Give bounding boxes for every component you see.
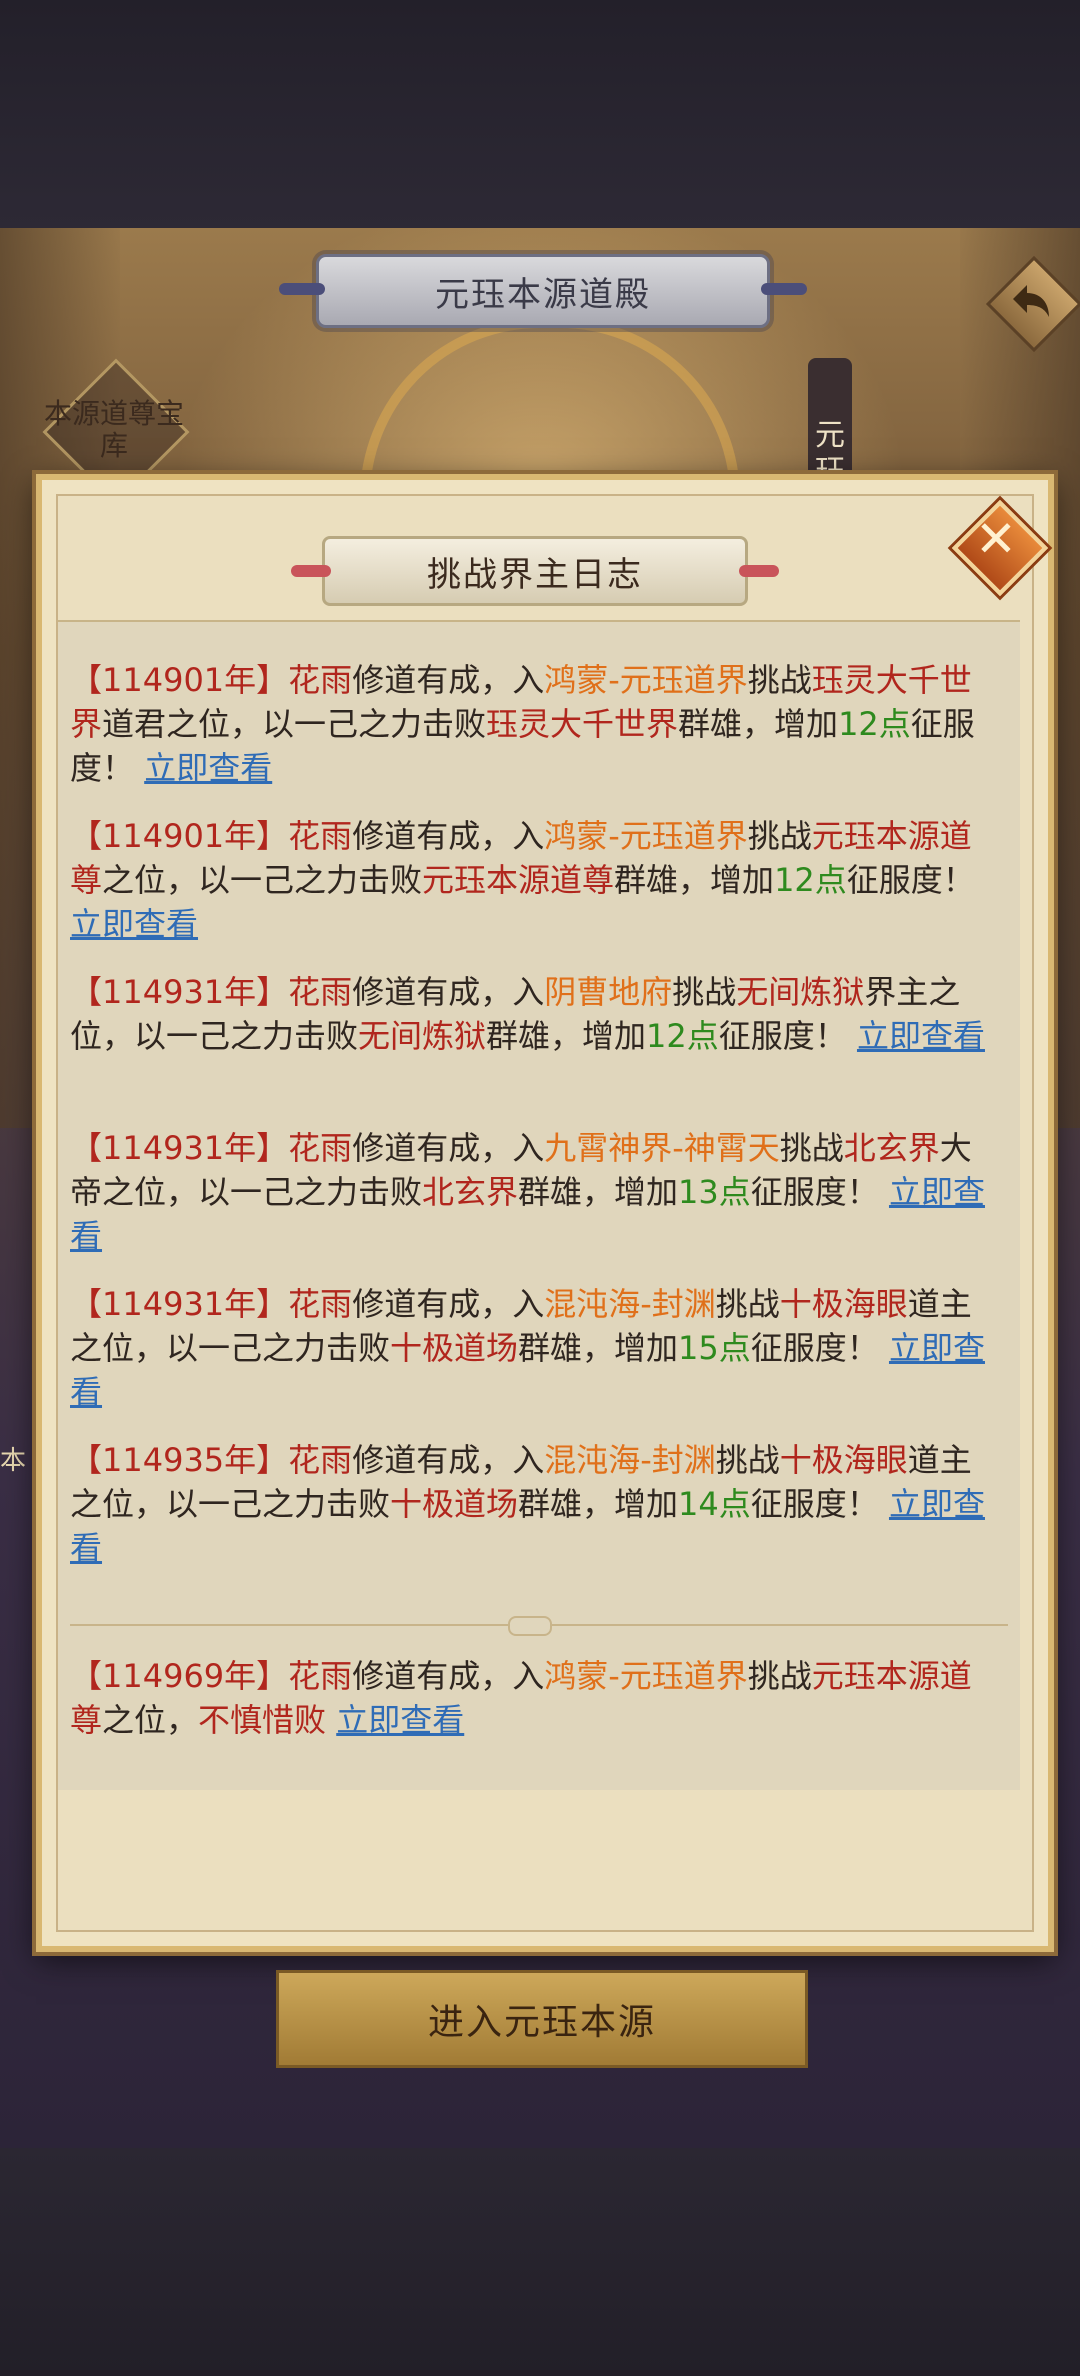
back-arrow-icon — [1013, 285, 1049, 317]
log-entry: 【114931年】花雨修道有成，入九霄神界-神霄天挑战北玄界大帝之位，以一己之力… — [70, 1126, 1000, 1258]
entry-year: 【114969年】 — [70, 1657, 289, 1695]
entry-text: 花雨 — [288, 661, 353, 699]
entry-text: 之位， — [102, 1701, 199, 1739]
entry-text: 珏灵大千世界 — [486, 705, 679, 743]
entry-text: 修道有成，入 — [352, 817, 545, 855]
entry-text: 征服度！ — [750, 1485, 889, 1523]
left-edge-text: 本 — [0, 1446, 27, 1476]
entry-text: 鸿蒙-元珏道界 — [544, 661, 748, 699]
entry-text: 挑战 — [672, 973, 737, 1011]
entry-text: 十极道场 — [390, 1329, 519, 1367]
entry-text: 花雨 — [288, 1657, 353, 1695]
entry-year: 【114931年】 — [70, 1285, 289, 1323]
view-now-link[interactable]: 立即查看 — [144, 749, 272, 787]
entry-text: 群雄，增加 — [486, 1017, 647, 1055]
entry-text: 阴曹地府 — [544, 973, 673, 1011]
entry-text — [326, 1701, 336, 1739]
entry-text: 征服度！ — [718, 1017, 857, 1055]
entry-text: 群雄，增加 — [614, 861, 775, 899]
entry-text: 征服度！ — [846, 861, 975, 899]
view-now-link[interactable]: 立即查看 — [857, 1017, 985, 1055]
entry-text: 群雄，增加 — [678, 705, 839, 743]
entry-text: 北玄界 — [843, 1129, 940, 1167]
top-letterbox — [0, 0, 1080, 228]
log-entry: 【114969年】花雨修道有成，入鸿蒙-元珏道界挑战元珏本源道尊之位，不慎惜败 … — [70, 1654, 1000, 1742]
log-list: 【114901年】花雨修道有成，入鸿蒙-元珏道界挑战珏灵大千世界道君之位，以一己… — [58, 620, 1020, 1790]
entry-text: 挑战 — [747, 817, 812, 855]
entry-text: 花雨 — [288, 817, 353, 855]
entry-text: 挑战 — [747, 1657, 812, 1695]
divider-ornament — [508, 1616, 552, 1636]
entry-text: 元珏本源道尊 — [422, 861, 615, 899]
entry-text: 群雄，增加 — [518, 1173, 679, 1211]
entry-year: 【114901年】 — [70, 817, 289, 855]
entry-text: 14点 — [678, 1485, 751, 1523]
entry-text: 征服度！ — [750, 1173, 889, 1211]
entry-text: 13点 — [678, 1173, 751, 1211]
entry-text: 挑战 — [715, 1285, 780, 1323]
entry-text: 挑战 — [779, 1129, 844, 1167]
entry-text: 修道有成，入 — [352, 1285, 545, 1323]
enter-source-button[interactable]: 进入元珏本源 — [276, 1970, 808, 2068]
entry-text: 北玄界 — [422, 1173, 519, 1211]
view-now-link[interactable]: 立即查看 — [336, 1701, 464, 1739]
log-entry: 【114931年】花雨修道有成，入阴曹地府挑战无间炼狱界主之位，以一己之力击败无… — [70, 970, 1000, 1058]
entry-text: 九霄神界-神霄天 — [544, 1129, 780, 1167]
entry-text: 之位，以一己之力击败 — [102, 861, 423, 899]
entry-text: 修道有成，入 — [352, 973, 545, 1011]
hall-title-banner: 元珏本源道殿 — [279, 254, 807, 328]
entry-text: 修道有成，入 — [352, 1129, 545, 1167]
entry-text: 混沌海-封渊 — [544, 1285, 716, 1323]
bottom-letterbox — [0, 2148, 1080, 2376]
entry-text: 12点 — [838, 705, 911, 743]
treasury-label: 本源道尊宝库 — [44, 397, 185, 462]
entry-text: 无间炼狱 — [358, 1017, 487, 1055]
log-entry: 【114901年】花雨修道有成，入鸿蒙-元珏道界挑战元珏本源道尊之位，以一己之力… — [70, 814, 1000, 946]
entry-text: 鸿蒙-元珏道界 — [544, 1657, 748, 1695]
entry-text: 道君之位，以一己之力击败 — [102, 705, 487, 743]
entry-text: 花雨 — [288, 1285, 353, 1323]
entry-text: 鸿蒙-元珏道界 — [544, 817, 748, 855]
entry-text: 群雄，增加 — [518, 1485, 679, 1523]
entry-text: 12点 — [774, 861, 847, 899]
close-button[interactable]: ✕ — [951, 499, 1049, 597]
entry-text: 征服度！ — [750, 1329, 889, 1367]
close-icon: ✕ — [975, 510, 1017, 568]
challenge-log-dialog: 挑战界主日志 ✕ 【114901年】花雨修道有成，入鸿蒙-元珏道界挑战珏灵大千世… — [36, 474, 1054, 1952]
dialog-title: 挑战界主日志 — [291, 536, 779, 606]
entry-text: 花雨 — [288, 1129, 353, 1167]
entry-text: 十极道场 — [390, 1485, 519, 1523]
entry-text: 挑战 — [747, 661, 812, 699]
log-entry: 【114931年】花雨修道有成，入混沌海-封渊挑战十极海眼道主之位，以一己之力击… — [70, 1282, 1000, 1414]
entry-text: 十极海眼 — [779, 1441, 908, 1479]
entry-text: 12点 — [646, 1017, 719, 1055]
entry-year: 【114901年】 — [70, 661, 289, 699]
entry-text: 无间炼狱 — [736, 973, 865, 1011]
entry-text: 不慎惜败 — [198, 1701, 327, 1739]
entry-year: 【114935年】 — [70, 1441, 289, 1479]
entry-text: 挑战 — [715, 1441, 780, 1479]
entry-text: 修道有成，入 — [352, 661, 545, 699]
entry-text: 花雨 — [288, 1441, 353, 1479]
entry-text: 群雄，增加 — [518, 1329, 679, 1367]
log-entry: 【114935年】花雨修道有成，入混沌海-封渊挑战十极海眼道主之位，以一己之力击… — [70, 1438, 1000, 1570]
view-now-link[interactable]: 立即查看 — [70, 905, 198, 943]
entry-text: 15点 — [678, 1329, 751, 1367]
entry-text: 修道有成，入 — [352, 1657, 545, 1695]
entry-text: 花雨 — [288, 973, 353, 1011]
entry-year: 【114931年】 — [70, 1129, 289, 1167]
entry-text: 混沌海-封渊 — [544, 1441, 716, 1479]
log-entry: 【114901年】花雨修道有成，入鸿蒙-元珏道界挑战珏灵大千世界道君之位，以一己… — [70, 658, 1000, 790]
entry-text: 十极海眼 — [779, 1285, 908, 1323]
entry-text: 修道有成，入 — [352, 1441, 545, 1479]
back-button[interactable] — [985, 255, 1080, 353]
entry-year: 【114931年】 — [70, 973, 289, 1011]
